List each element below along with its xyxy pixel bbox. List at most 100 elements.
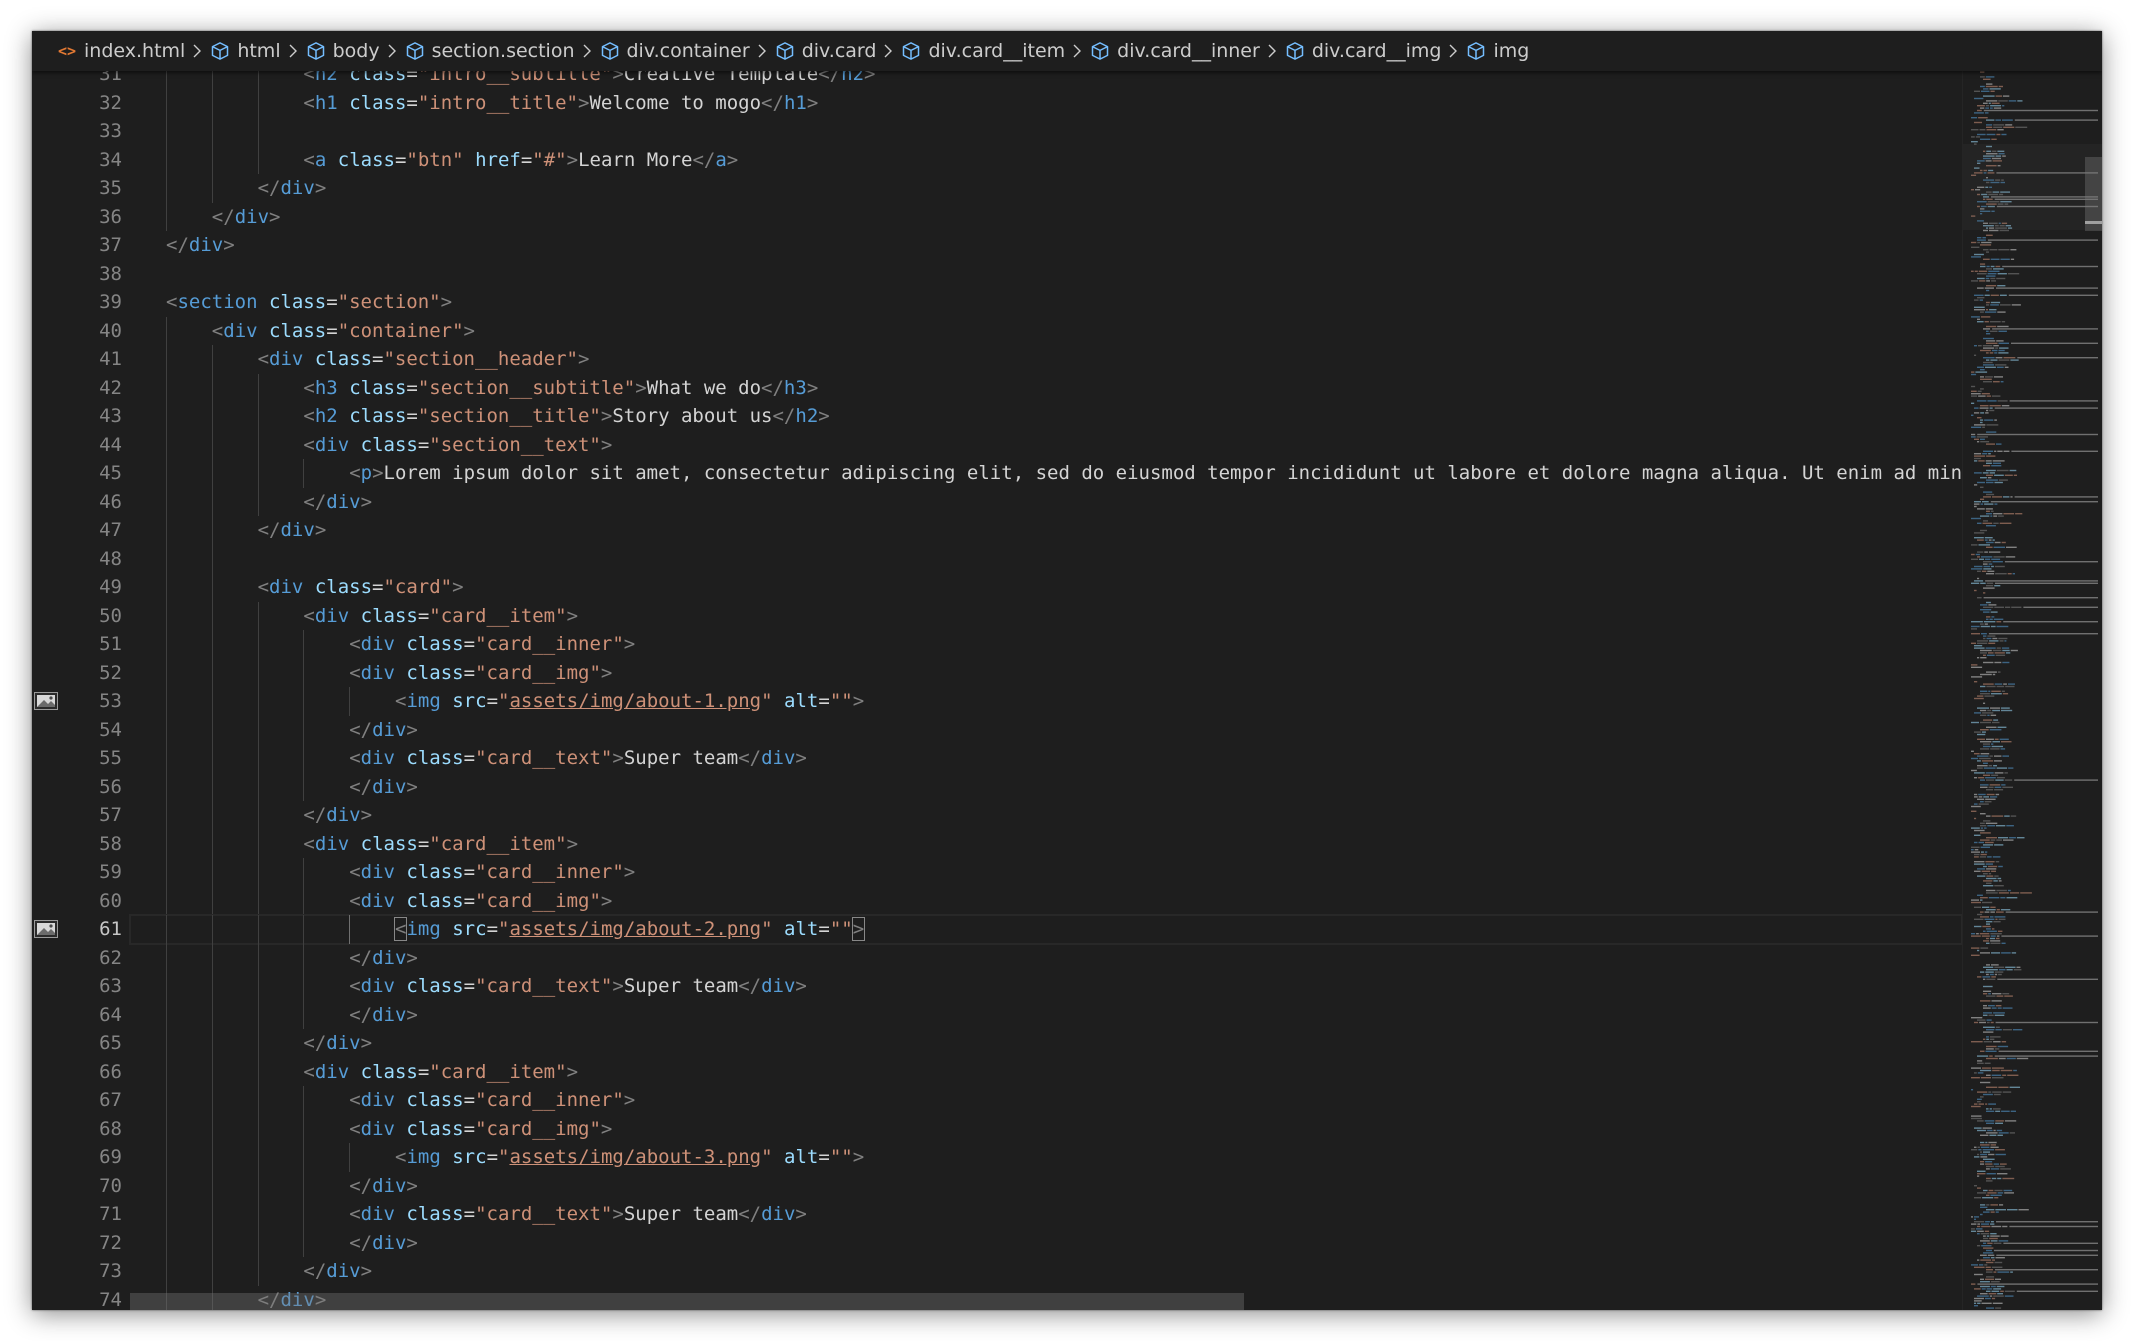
- breadcrumb-item[interactable]: section.section: [404, 40, 575, 62]
- minimap-token: [1977, 1120, 1984, 1122]
- code-area: </div>: [130, 1171, 1962, 1200]
- breadcrumb-item[interactable]: div.card__img: [1284, 40, 1441, 62]
- minimap-token: [2008, 767, 2014, 769]
- image-preview-icon[interactable]: [34, 920, 58, 938]
- code-line[interactable]: 56 </div>: [32, 772, 1962, 801]
- code-line[interactable]: 31 <h2 class="intro__subtitle">Creative T…: [32, 71, 1962, 89]
- code-area: <div class="container">: [130, 316, 1962, 345]
- minimap-token: [2001, 1110, 2010, 1112]
- code-line[interactable]: 48: [32, 544, 1962, 573]
- code-line[interactable]: 57 </div>: [32, 801, 1962, 830]
- code-line[interactable]: 61 <img src="assets/img/about-2.png" alt=…: [32, 914, 1962, 945]
- code-line[interactable]: 38: [32, 260, 1962, 289]
- code-line[interactable]: 63 <div class="card__text">Super team</di…: [32, 972, 1962, 1001]
- code-line[interactable]: 70 </div>: [32, 1171, 1962, 1200]
- minimap-token: [1984, 503, 1994, 505]
- minimap-token: [2002, 755, 2009, 757]
- minimap-token: [1983, 762, 1988, 764]
- code-token: ": [761, 690, 773, 712]
- code-line[interactable]: 42 <h3 class="section__subtitle">What we …: [32, 373, 1962, 402]
- code-line[interactable]: 67 <div class="card__inner">: [32, 1086, 1962, 1115]
- code-token: >: [360, 1260, 373, 1282]
- minimap-token: [1980, 85, 1985, 88]
- code-line[interactable]: 47 </div>: [32, 516, 1962, 545]
- code-line[interactable]: 39 <section class="section">: [32, 288, 1962, 317]
- code-line[interactable]: 34 <a class="btn" href="#">Learn More</a>: [32, 145, 1962, 174]
- code-line[interactable]: 40 <div class="container">: [32, 316, 1962, 345]
- code-editor[interactable]: 31 <h2 class="intro__subtitle">Creative T…: [32, 71, 1962, 1310]
- breadcrumb-item[interactable]: div.card: [774, 40, 876, 62]
- code-token: Lorem ipsum dolor sit amet, consectetur …: [383, 462, 1962, 484]
- code-line[interactable]: 52 <div class="card__img">: [32, 658, 1962, 687]
- code-line[interactable]: 33: [32, 117, 1962, 146]
- minimap-token: [1986, 289, 1990, 292]
- minimap-token: [1978, 395, 1986, 397]
- minimap-token: [1980, 1144, 1990, 1146]
- code-line[interactable]: 43 <h2 class="section__title">Story about…: [32, 402, 1962, 431]
- code-line[interactable]: 53 <img src="assets/img/about-1.png" alt=…: [32, 687, 1962, 716]
- code-line[interactable]: 68 <div class="card__img">: [32, 1114, 1962, 1143]
- minimap-token: [1981, 633, 1987, 635]
- minimap-slider[interactable]: [1963, 144, 2102, 230]
- code-line[interactable]: 44 <div class="section__text">: [32, 430, 1962, 459]
- code-line[interactable]: 58 <div class="card__item">: [32, 829, 1962, 858]
- minimap-token: [2013, 474, 2017, 476]
- code-line[interactable]: 64 </div>: [32, 1000, 1962, 1029]
- html-file-icon: <>: [57, 42, 77, 60]
- vertical-scrollbar-thumb[interactable]: [2085, 157, 2102, 231]
- breadcrumb-item[interactable]: <> index.html: [56, 40, 185, 62]
- breadcrumb-item[interactable]: body: [305, 40, 380, 62]
- minimap-token: [1986, 541, 1994, 544]
- breadcrumb-item[interactable]: html: [209, 40, 281, 62]
- minimap-token: [1983, 1235, 1986, 1237]
- minimap-token: [1971, 390, 1977, 392]
- image-preview-icon[interactable]: [34, 692, 58, 710]
- minimap-token: [1993, 1041, 2001, 1043]
- minimap-token: [1990, 301, 2001, 304]
- code-line[interactable]: 62 </div>: [32, 943, 1962, 972]
- minimap-token: [1983, 637, 1986, 640]
- code-line[interactable]: 71 <div class="card__text">Super team</di…: [32, 1200, 1962, 1229]
- minimap-token: [1994, 772, 2004, 774]
- code-line[interactable]: 60 <div class="card__img">: [32, 886, 1962, 915]
- minimap-token: [1998, 349, 2005, 352]
- code-line[interactable]: 50 <div class="card__item">: [32, 601, 1962, 630]
- code-line[interactable]: 73 </div>: [32, 1257, 1962, 1286]
- code-line[interactable]: 32 <h1 class="intro__title">Welcome to mo…: [32, 88, 1962, 117]
- breadcrumb-item[interactable]: div.card__item: [900, 40, 1065, 62]
- code-token: div: [360, 889, 395, 912]
- minimap-token: [1974, 681, 1978, 683]
- minimap-token: [1976, 436, 1988, 438]
- code-line[interactable]: 55 <div class="card__text">Super team</di…: [32, 744, 1962, 773]
- indent-guide: [211, 174, 213, 203]
- code-line[interactable]: 46 </div>: [32, 487, 1962, 516]
- minimap[interactable]: [1962, 71, 2102, 1310]
- code-line[interactable]: 65 </div>: [32, 1029, 1962, 1058]
- minimap-token: [1994, 916, 2006, 918]
- code-text: </div>: [303, 1029, 372, 1058]
- code-line[interactable]: 66 <div class="card__item">: [32, 1057, 1962, 1086]
- code-line[interactable]: 36 </div>: [32, 202, 1962, 231]
- code-line[interactable]: 45 <p>Lorem ipsum dolor sit amet, consect…: [32, 459, 1962, 488]
- code-line[interactable]: 35 </div>: [32, 174, 1962, 203]
- code-line[interactable]: 41 <div class="section__header">: [32, 345, 1962, 374]
- code-line[interactable]: 72 </div>: [32, 1228, 1962, 1257]
- minimap-token: [1994, 652, 2005, 654]
- code-line[interactable]: 37 </div>: [32, 231, 1962, 260]
- code-line[interactable]: 51 <div class="card__inner">: [32, 630, 1962, 659]
- breadcrumb-item[interactable]: div.container: [599, 40, 750, 62]
- code-token: >: [623, 633, 636, 655]
- minimap-token: [1974, 731, 1981, 733]
- code-line[interactable]: 59 <div class="card__inner">: [32, 858, 1962, 887]
- code-line[interactable]: 54 </div>: [32, 715, 1962, 744]
- breadcrumb-item[interactable]: div.card__inner: [1089, 40, 1260, 62]
- code-line[interactable]: 49 <div class="card">: [32, 573, 1962, 602]
- minimap-token: [1983, 621, 1996, 623]
- code-token: =: [818, 1146, 830, 1168]
- horizontal-scrollbar-thumb[interactable]: [130, 1293, 1244, 1310]
- minimap-token: [1974, 1297, 1984, 1300]
- minimap-token: [1977, 1259, 1980, 1261]
- code-line[interactable]: 69 <img src="assets/img/about-3.png" alt=…: [32, 1143, 1962, 1172]
- breadcrumb-item[interactable]: img: [1465, 40, 1529, 62]
